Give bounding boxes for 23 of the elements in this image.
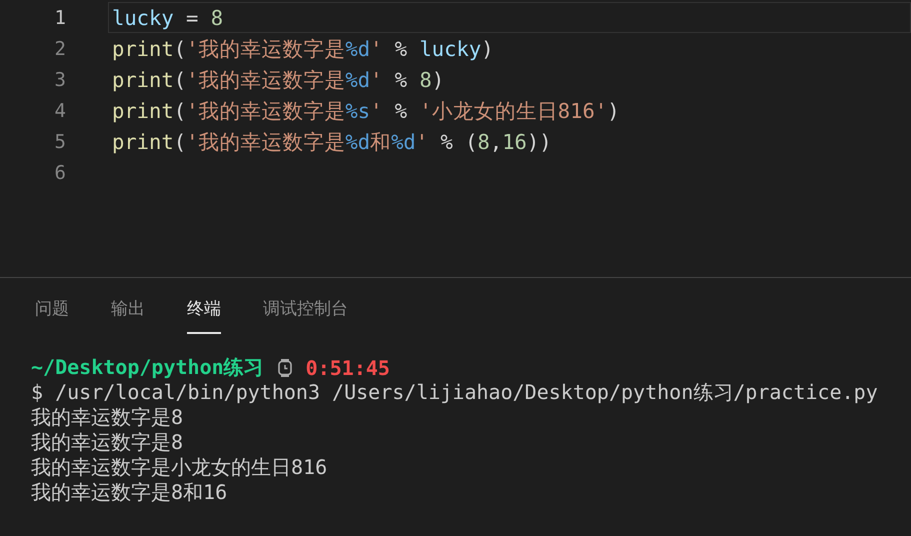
- terminal-line: 我的幸运数字是8和16: [31, 480, 228, 505]
- code-line: print('我的幸运数字是%s' % '小龙女的生日816'): [112, 98, 620, 124]
- panel-tab[interactable]: 终端: [187, 297, 221, 334]
- terminal-line: $ /usr/local/bin/python3 /Users/lijiahao/Desktop/python练习/practice.py: [31, 380, 879, 405]
- line-number: 1: [54, 6, 66, 28]
- line-number: 2: [54, 38, 66, 60]
- prompt-time: 0:51:45: [306, 356, 390, 380]
- code-line: lucky = 8: [112, 6, 224, 30]
- panel-tab[interactable]: 问题: [35, 297, 69, 334]
- terminal-line: 我的幸运数字是小龙女的生日816: [31, 455, 328, 480]
- prompt-path: ~/Desktop/python练习: [31, 354, 264, 381]
- watch-icon: [278, 358, 292, 376]
- code-line: print('我的幸运数字是%d' % lucky): [112, 36, 494, 62]
- line-number: 4: [54, 100, 66, 122]
- line-number: 5: [54, 130, 66, 152]
- terminal-line: 我的幸运数字是8: [31, 405, 184, 430]
- panel-tab[interactable]: 调试控制台: [263, 297, 348, 334]
- terminal-line: 我的幸运数字是8: [31, 430, 184, 455]
- code-line: print('我的幸运数字是%d和%d' % (8,16)): [112, 128, 552, 156]
- code-line: print('我的幸运数字是%d' % 8): [112, 66, 444, 94]
- line-number: 6: [54, 162, 66, 184]
- line-number: 3: [54, 68, 66, 90]
- panel-tab[interactable]: 输出: [111, 297, 145, 334]
